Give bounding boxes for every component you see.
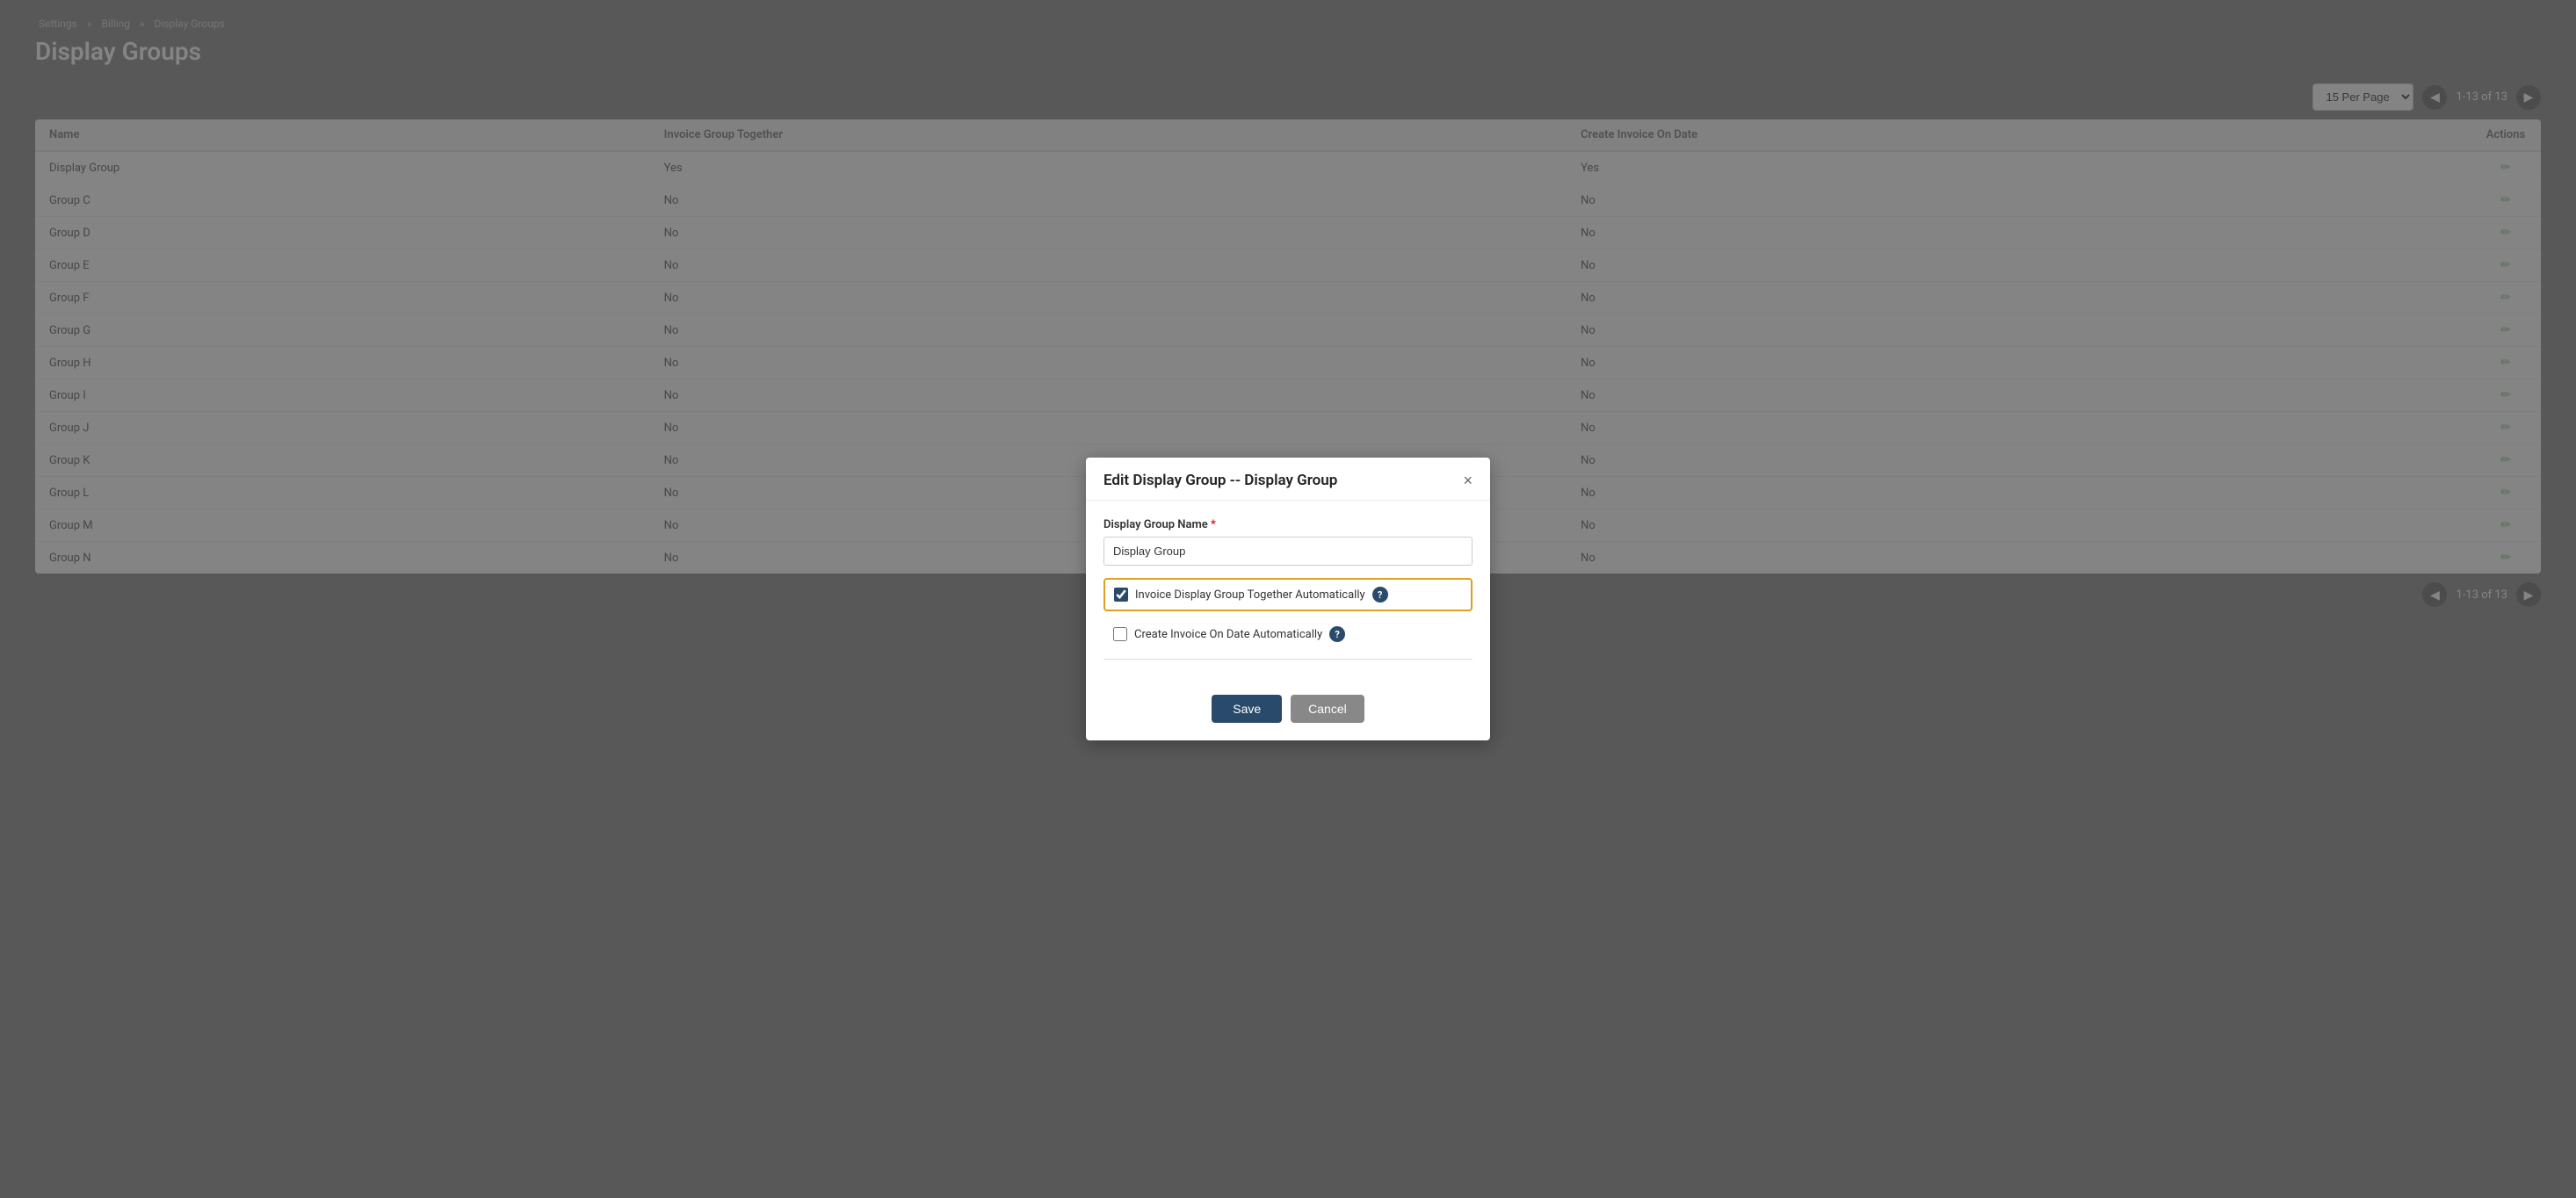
required-indicator: *: [1211, 518, 1216, 531]
create-invoice-checkbox[interactable]: [1113, 627, 1127, 641]
page-background: Settings » Billing » Display Groups Disp…: [0, 0, 2576, 1198]
modal-overlay: Edit Display Group -- Display Group × Di…: [0, 0, 2576, 1198]
modal-footer: Save Cancel: [1086, 682, 1490, 740]
display-group-name-label: Display Group Name *: [1103, 518, 1473, 531]
modal-close-button[interactable]: ×: [1463, 473, 1473, 488]
create-invoice-help-icon[interactable]: ?: [1329, 626, 1345, 642]
modal-divider: [1103, 659, 1473, 660]
invoice-group-label[interactable]: Invoice Display Group Together Automatic…: [1135, 588, 1365, 602]
invoice-group-checkbox-row: Invoice Display Group Together Automatic…: [1103, 578, 1473, 611]
invoice-group-checkbox[interactable]: [1114, 588, 1128, 602]
display-group-name-field: Display Group Name *: [1103, 518, 1473, 566]
display-group-name-input[interactable]: [1103, 537, 1473, 566]
create-invoice-label[interactable]: Create Invoice On Date Automatically: [1134, 628, 1322, 641]
create-invoice-checkbox-row: Create Invoice On Date Automatically ?: [1103, 618, 1473, 650]
edit-display-group-modal: Edit Display Group -- Display Group × Di…: [1086, 458, 1490, 740]
save-button[interactable]: Save: [1212, 695, 1282, 723]
modal-body: Display Group Name * Invoice Display Gro…: [1086, 501, 1490, 682]
modal-title: Edit Display Group -- Display Group: [1103, 472, 1337, 489]
cancel-button[interactable]: Cancel: [1291, 695, 1364, 723]
modal-header: Edit Display Group -- Display Group ×: [1086, 458, 1490, 501]
invoice-group-help-icon[interactable]: ?: [1372, 587, 1388, 603]
